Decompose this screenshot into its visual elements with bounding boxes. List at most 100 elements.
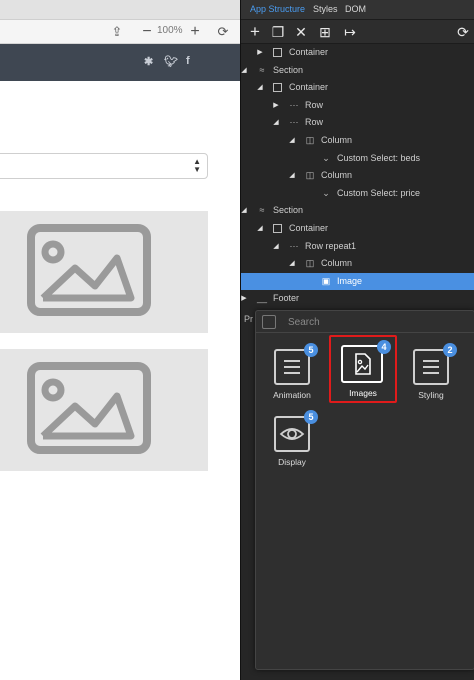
tree-item-label: Custom Select: price bbox=[337, 187, 421, 198]
tree-item-label: Container bbox=[289, 47, 329, 57]
tab-dom[interactable]: DOM bbox=[345, 4, 366, 14]
tree-item[interactable]: ▶ ··· Row bbox=[241, 97, 474, 115]
tree-item-label: Container bbox=[289, 82, 329, 93]
site-header: ✱ 🐦︎ f bbox=[0, 44, 240, 81]
image-icon bbox=[27, 362, 151, 454]
column-icon: ◫ bbox=[305, 258, 315, 269]
row-icon: ··· bbox=[289, 99, 299, 110]
tree-item-label: Section bbox=[273, 64, 304, 75]
structure-toolbar: + ❐ ✕ ⊞ ↦ ⟳ bbox=[241, 20, 474, 44]
device-toolbar: ⇪ − 100% + ⟳ bbox=[0, 20, 240, 44]
tree-item-label: Column bbox=[321, 170, 353, 181]
tile-styling[interactable]: 2 Styling bbox=[401, 341, 461, 409]
count-badge: 5 bbox=[304, 410, 318, 424]
select-arrows-icon: ▲ ▼ bbox=[193, 157, 201, 174]
column-icon: ◫ bbox=[305, 135, 315, 145]
wrap-icon[interactable]: ⊞ bbox=[315, 22, 335, 42]
collapse-icon[interactable]: ◢ bbox=[271, 114, 281, 132]
tree-item-label: Row bbox=[305, 99, 324, 110]
tree-item-label: Column bbox=[321, 258, 353, 269]
slack-icon[interactable]: ✱ bbox=[144, 55, 153, 68]
search-input[interactable] bbox=[288, 314, 468, 330]
tile-label: Images bbox=[349, 388, 377, 398]
tree-item-label: Container bbox=[289, 223, 329, 233]
refresh-icon[interactable]: ⟳ bbox=[214, 23, 232, 41]
expand-icon[interactable]: ▶ bbox=[271, 97, 281, 115]
select-icon: ⌄ bbox=[322, 152, 330, 163]
refresh-icon[interactable]: ⟳ bbox=[453, 22, 473, 42]
tree-item[interactable]: ⌄ Custom Select: beds bbox=[241, 150, 474, 168]
count-badge: 2 bbox=[443, 343, 457, 357]
tree-item[interactable]: ▶ Container bbox=[241, 44, 474, 62]
home-icon[interactable] bbox=[262, 315, 276, 329]
tree-item[interactable]: ◢ ≈ Section bbox=[241, 62, 474, 80]
select-icon: ⌄ bbox=[322, 187, 330, 198]
top-toolbar bbox=[0, 0, 240, 20]
count-badge: 5 bbox=[304, 343, 318, 357]
collapse-icon[interactable]: ◢ bbox=[255, 220, 265, 238]
collapse-icon[interactable]: ◢ bbox=[287, 255, 297, 273]
tree-item[interactable]: ◢ ··· Row repeat1 bbox=[241, 238, 474, 256]
tree-item-label: Custom Select: beds bbox=[337, 152, 421, 163]
tile-images[interactable]: 4 Images bbox=[329, 335, 397, 403]
collapse-icon[interactable]: ◢ bbox=[271, 238, 281, 256]
tree-item-label: Row bbox=[305, 117, 324, 128]
image-icon: ▣ bbox=[321, 275, 331, 286]
tree-item[interactable]: ◢ Container bbox=[241, 79, 474, 97]
tree-item[interactable]: ◢ ≈ Section bbox=[241, 202, 474, 220]
row-icon: ··· bbox=[289, 117, 299, 128]
tile-display[interactable]: 5 Display bbox=[262, 408, 322, 476]
zoom-in-button[interactable]: + bbox=[186, 23, 204, 41]
duplicate-icon[interactable]: ❐ bbox=[268, 22, 288, 42]
delete-icon[interactable]: ✕ bbox=[291, 22, 311, 42]
tile-label: Animation bbox=[273, 390, 311, 400]
collapse-icon[interactable]: ◢ bbox=[287, 167, 297, 185]
collapse-icon[interactable]: ◢ bbox=[287, 132, 297, 150]
tree-item-label: Image bbox=[337, 275, 363, 286]
column-icon: ◫ bbox=[305, 170, 315, 181]
section-icon: ≈ bbox=[259, 64, 265, 75]
tree-item[interactable]: ◢ Container bbox=[241, 220, 474, 238]
tree-item[interactable]: ◢ ◫ Column bbox=[241, 255, 474, 273]
custom-select[interactable]: ▲ ▼ bbox=[0, 153, 208, 179]
picker-search-bar bbox=[256, 311, 474, 333]
count-badge: 4 bbox=[377, 340, 391, 354]
section-icon: ≈ bbox=[259, 205, 265, 216]
design-canvas[interactable]: ⇪ − 100% + ⟳ ✱ 🐦︎ f ▲ ▼ bbox=[0, 0, 240, 680]
add-icon[interactable]: + bbox=[245, 22, 265, 42]
twitter-icon[interactable]: 🐦︎ bbox=[164, 55, 178, 68]
zoom-out-button[interactable]: − bbox=[138, 23, 156, 41]
image-placeholder[interactable] bbox=[0, 211, 208, 333]
row-icon: ··· bbox=[289, 240, 299, 251]
structure-tree: ▶ Container ◢ ≈ Section ◢ Container ▶ ··· Row ◢ ···… bbox=[241, 44, 474, 306]
tree-item-label: Column bbox=[321, 135, 353, 145]
tab-app-structure[interactable]: App Structure bbox=[250, 4, 305, 14]
image-file-icon bbox=[341, 345, 383, 383]
image-placeholder[interactable] bbox=[0, 349, 208, 471]
facebook-icon[interactable]: f bbox=[186, 55, 190, 67]
collapse-icon[interactable]: ◢ bbox=[241, 62, 249, 80]
tab-styles[interactable]: Styles bbox=[313, 4, 338, 14]
collapse-icon[interactable]: ◢ bbox=[255, 79, 265, 97]
expand-icon[interactable]: ▶ bbox=[255, 44, 265, 62]
collapse-icon[interactable]: ◢ bbox=[241, 202, 249, 220]
tree-item[interactable]: ⌄ Custom Select: price bbox=[241, 185, 474, 203]
app-structure-panel: App Structure Styles DOM + ❐ ✕ ⊞ ↦ ⟳ ▶ Co… bbox=[240, 0, 474, 680]
tree-item[interactable]: ◢ ◫ Column bbox=[241, 132, 474, 150]
container-icon bbox=[273, 224, 282, 233]
tile-label: Styling bbox=[418, 390, 444, 400]
tile-label: Display bbox=[278, 457, 306, 467]
tree-item-label: Section bbox=[273, 205, 304, 216]
tree-item-label: Row repeat1 bbox=[305, 240, 357, 251]
zoom-level[interactable]: 100% bbox=[157, 25, 183, 36]
tree-item[interactable]: ▣ Image bbox=[241, 272, 474, 291]
component-picker: 5 Animation 4 Images 2 Styling 5 Display bbox=[255, 310, 474, 670]
tree-item[interactable]: ◢ ··· Row bbox=[241, 114, 474, 132]
image-icon bbox=[27, 224, 151, 316]
panel-tabs: App Structure Styles DOM bbox=[241, 0, 474, 20]
share-icon[interactable]: ⇪ bbox=[108, 23, 126, 41]
tree-item[interactable]: ◢ ◫ Column bbox=[241, 167, 474, 185]
move-icon[interactable]: ↦ bbox=[340, 22, 360, 42]
properties-label: Pr bbox=[244, 314, 253, 324]
tile-animation[interactable]: 5 Animation bbox=[262, 341, 322, 409]
